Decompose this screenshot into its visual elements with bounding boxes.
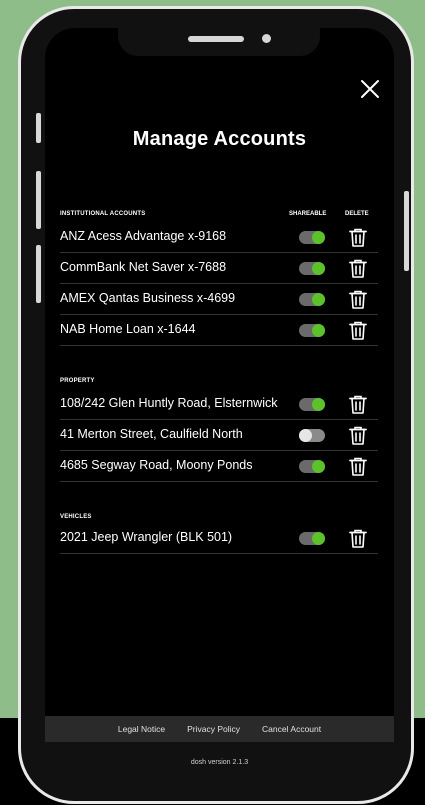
shareable-toggle[interactable]: [299, 398, 325, 411]
shareable-toggle[interactable]: [299, 262, 325, 275]
toggle-knob: [312, 293, 325, 306]
shareable-toggle[interactable]: [299, 460, 325, 473]
account-row: 2021 Jeep Wrangler (BLK 501): [60, 523, 378, 554]
account-label: 2021 Jeep Wrangler (BLK 501): [60, 530, 233, 544]
app-version: dosh version 2.1.3: [190, 759, 249, 766]
toggle-knob: [312, 231, 325, 244]
account-label: CommBank Net Saver x-7688: [60, 260, 227, 274]
trash-icon[interactable]: [348, 528, 368, 549]
toggle-knob: [312, 324, 325, 337]
trash-icon[interactable]: [348, 320, 368, 341]
trash-icon[interactable]: [348, 394, 368, 415]
toggle-knob: [299, 429, 312, 442]
account-label: 108/242 Glen Huntly Road, Elsternwick: [60, 396, 278, 410]
section-heading-vehicles: VEHICLES: [60, 514, 92, 520]
account-label: 4685 Segway Road, Moony Ponds: [60, 458, 253, 472]
toggle-knob: [312, 532, 325, 545]
column-header-shareable: SHAREABLE: [289, 211, 327, 217]
legal-notice-link[interactable]: Legal Notice: [118, 724, 165, 734]
toggle-knob: [312, 398, 325, 411]
page-title: Manage Accounts: [132, 128, 307, 150]
section-heading-property: PROPERTY: [60, 378, 95, 384]
mute-switch: [36, 113, 41, 143]
account-row: ANZ Acess Advantage x-9168: [60, 222, 378, 253]
toggle-knob: [312, 262, 325, 275]
shareable-toggle[interactable]: [299, 429, 325, 442]
account-row: 4685 Segway Road, Moony Ponds: [60, 451, 378, 482]
shareable-toggle[interactable]: [299, 293, 325, 306]
shareable-toggle[interactable]: [299, 231, 325, 244]
trash-icon[interactable]: [348, 289, 368, 310]
account-label: NAB Home Loan x-1644: [60, 322, 196, 336]
footer-bar: Legal Notice Privacy Policy Cancel Accou…: [45, 716, 394, 742]
trash-icon[interactable]: [348, 258, 368, 279]
shareable-toggle[interactable]: [299, 532, 325, 545]
power-button: [404, 191, 409, 271]
account-row: 108/242 Glen Huntly Road, Elsternwick: [60, 389, 378, 420]
account-row: AMEX Qantas Business x-4699: [60, 284, 378, 315]
volume-up-button: [36, 171, 41, 229]
account-row: CommBank Net Saver x-7688: [60, 253, 378, 284]
account-row: NAB Home Loan x-1644: [60, 315, 378, 346]
volume-down-button: [36, 245, 41, 303]
trash-icon[interactable]: [348, 456, 368, 477]
notch: [118, 26, 320, 56]
trash-icon[interactable]: [348, 227, 368, 248]
front-camera: [262, 34, 271, 43]
cancel-account-link[interactable]: Cancel Account: [262, 724, 321, 734]
section-heading-institutional: INSTITUTIONAL ACCOUNTS: [60, 211, 146, 217]
account-label: AMEX Qantas Business x-4699: [60, 291, 236, 305]
column-header-delete: DELETE: [345, 211, 369, 217]
account-row: 41 Merton Street, Caulfield North: [60, 420, 378, 451]
trash-icon[interactable]: [348, 425, 368, 446]
account-label: 41 Merton Street, Caulfield North: [60, 427, 243, 441]
account-label: ANZ Acess Advantage x-9168: [60, 229, 227, 243]
speaker: [188, 36, 244, 42]
privacy-policy-link[interactable]: Privacy Policy: [187, 724, 240, 734]
toggle-knob: [312, 460, 325, 473]
shareable-toggle[interactable]: [299, 324, 325, 337]
close-icon[interactable]: [359, 78, 381, 100]
